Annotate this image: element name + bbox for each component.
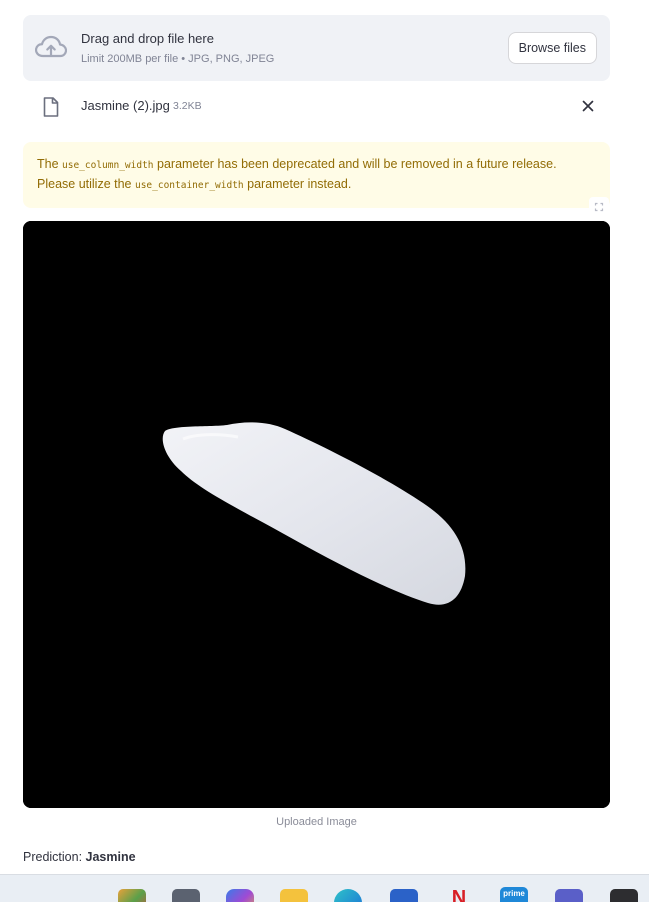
cloud-upload-icon [35, 35, 67, 58]
netflix-icon[interactable]: N [445, 885, 473, 902]
app-page: Drag and drop file here Limit 200MB per … [0, 0, 649, 902]
prediction-label: Prediction: [23, 850, 86, 864]
store-bag-icon[interactable] [390, 889, 418, 902]
edge-icon[interactable] [334, 889, 362, 902]
uploaded-file-row: Jasmine (2).jpg 3.2KB [23, 88, 610, 126]
taskbar: N prime [0, 874, 649, 902]
warning-text-1: The [37, 157, 63, 171]
prime-label: prime [503, 889, 525, 898]
file-size: 3.2KB [173, 100, 202, 112]
netflix-label: N [451, 887, 467, 902]
dropzone-limit-text: Limit 200MB per file • JPG, PNG, JPEG [81, 53, 275, 65]
warning-text-3: parameter instead. [243, 177, 352, 191]
prediction-value: Jasmine [85, 850, 136, 864]
fullscreen-icon [594, 202, 604, 212]
warning-code-1: use_column_width [62, 160, 154, 171]
browse-files-button[interactable]: Browse files [507, 32, 597, 64]
file-name: Jasmine (2).jpg [81, 98, 170, 113]
prime-video-icon[interactable]: prime [500, 887, 528, 902]
terminal-icon[interactable] [610, 889, 638, 902]
file-uploader-dropzone[interactable]: Drag and drop file here Limit 200MB per … [23, 15, 610, 81]
uploaded-image [23, 221, 610, 808]
teams-icon[interactable] [555, 889, 583, 902]
copilot-icon[interactable] [226, 889, 254, 902]
prediction-text: Prediction: Jasmine [23, 850, 136, 864]
deprecation-warning: The use_column_width parameter has been … [23, 142, 610, 208]
close-icon[interactable] [582, 100, 594, 112]
file-icon [43, 97, 59, 117]
rice-grain-image [23, 221, 610, 808]
image-caption: Uploaded Image [276, 816, 357, 828]
fullscreen-button[interactable] [589, 197, 609, 217]
dropzone-title: Drag and drop file here [81, 31, 214, 46]
warning-code-2: use_container_width [134, 180, 244, 191]
store-icon[interactable] [118, 889, 146, 902]
app-icon[interactable] [172, 889, 200, 902]
file-explorer-icon[interactable] [280, 889, 308, 902]
